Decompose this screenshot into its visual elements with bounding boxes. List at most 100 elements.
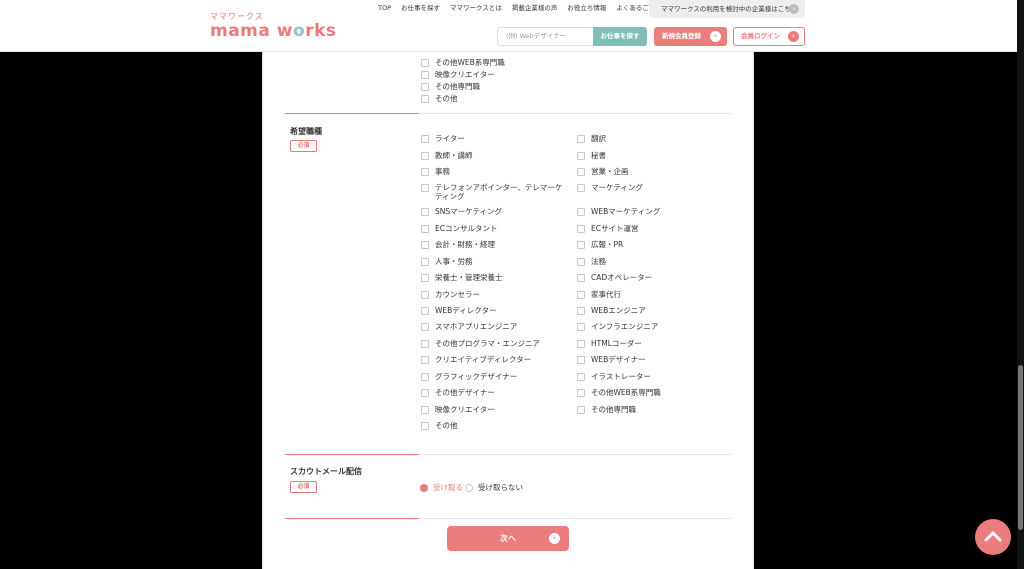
checkbox[interactable] — [577, 323, 585, 331]
checkbox-option[interactable]: その他専門職 — [577, 405, 721, 414]
nav-item[interactable]: お仕事を探す — [401, 3, 440, 13]
scout-option-no[interactable]: 受け取らない — [465, 482, 523, 493]
checkbox[interactable] — [577, 208, 585, 216]
checkbox[interactable] — [421, 389, 429, 397]
checkbox-option[interactable]: 翻訳 — [577, 134, 721, 143]
checkbox[interactable] — [421, 356, 429, 364]
checkbox[interactable] — [577, 406, 585, 414]
checkbox-option[interactable]: ライター — [421, 134, 565, 143]
checkbox-option[interactable]: CADオペレーター — [577, 273, 721, 282]
site-logo[interactable]: ママワークス mama works — [210, 12, 337, 41]
register-button[interactable]: 新規会員登録 › — [654, 27, 727, 46]
scroll-to-top-button[interactable] — [975, 519, 1011, 555]
checkbox[interactable] — [421, 95, 429, 103]
checkbox[interactable] — [421, 340, 429, 348]
checkbox[interactable] — [421, 258, 429, 266]
checkbox[interactable] — [421, 59, 429, 67]
checkbox-label: 会計・財務・経理 — [435, 240, 495, 249]
checkbox-option[interactable]: SNSマーケティング — [421, 207, 565, 216]
checkbox[interactable] — [421, 241, 429, 249]
job-search-button[interactable]: お仕事を探す — [593, 27, 647, 46]
checkbox-option[interactable]: 映像クリエイター — [421, 70, 565, 79]
scout-mail-title: スカウトメール配信 — [290, 467, 362, 476]
checkbox-option[interactable]: テレフォンアポインター、テレマーケティング — [421, 183, 565, 201]
checkbox[interactable] — [421, 406, 429, 414]
checkbox[interactable] — [577, 258, 585, 266]
checkbox-label: WEBマーケティング — [591, 207, 661, 216]
checkbox[interactable] — [421, 152, 429, 160]
checkbox-option[interactable]: イラストレーター — [577, 372, 721, 381]
checkbox-option[interactable]: 法務 — [577, 257, 721, 266]
nav-item[interactable]: 掲載企業様の声 — [512, 3, 558, 13]
scout-option-yes[interactable]: 受け取る — [420, 482, 463, 493]
nav-item[interactable]: ママワークスとは — [450, 3, 502, 13]
checkbox[interactable] — [421, 225, 429, 233]
checkbox-option[interactable]: 栄養士・管理栄養士 — [421, 273, 565, 282]
checkbox-option[interactable]: WEBエンジニア — [577, 306, 721, 315]
checkbox[interactable] — [421, 323, 429, 331]
checkbox[interactable] — [577, 135, 585, 143]
scrollbar-thumb[interactable] — [1018, 365, 1023, 530]
checkbox[interactable] — [421, 307, 429, 315]
logo-sub-text: ママワークス — [210, 12, 264, 21]
checkbox-option[interactable]: 会計・財務・経理 — [421, 240, 565, 249]
nav-item[interactable]: お役立ち情報 — [567, 3, 606, 13]
checkbox[interactable] — [577, 389, 585, 397]
checkbox[interactable] — [421, 168, 429, 176]
business-link[interactable]: ママワークスの利用を検討中の企業様はこちら › — [649, 0, 805, 18]
checkbox[interactable] — [421, 373, 429, 381]
checkbox-option[interactable]: 営業・企画 — [577, 167, 721, 176]
checkbox-option[interactable]: スマホアプリエンジニア — [421, 322, 565, 331]
checkbox[interactable] — [577, 241, 585, 249]
checkbox-option[interactable]: 広報・PR — [577, 240, 721, 249]
checkbox-option[interactable]: その他デザイナー — [421, 388, 565, 397]
checkbox-option[interactable]: その他プログラマ・エンジニア — [421, 339, 565, 348]
checkbox-option[interactable]: 教師・講師 — [421, 151, 565, 160]
checkbox-option[interactable]: その他WEB系専門職 — [421, 58, 565, 67]
checkbox[interactable] — [421, 83, 429, 91]
checkbox-option[interactable]: その他WEB系専門職 — [577, 388, 721, 397]
checkbox[interactable] — [421, 274, 429, 282]
checkbox-option[interactable]: マーケティング — [577, 183, 721, 192]
checkbox-option[interactable]: ECコンサルタント — [421, 224, 565, 233]
checkbox-option[interactable]: カウンセラー — [421, 290, 565, 299]
checkbox-option[interactable]: 秘書 — [577, 151, 721, 160]
checkbox[interactable] — [577, 291, 585, 299]
checkbox[interactable] — [577, 225, 585, 233]
login-button[interactable]: 会員ログイン › — [733, 27, 805, 46]
checkbox-option[interactable]: 事務 — [421, 167, 565, 176]
checkbox-option[interactable]: WEBデザイナー — [577, 355, 721, 364]
job-search-input[interactable]: (例) Webデザイナー — [497, 27, 593, 46]
checkbox[interactable] — [577, 152, 585, 160]
checkbox-option[interactable]: WEBディレクター — [421, 306, 565, 315]
checkbox[interactable] — [577, 274, 585, 282]
checkbox-option[interactable]: その他 — [421, 94, 565, 103]
nav-item[interactable]: TOP — [378, 3, 391, 13]
checkbox-option[interactable]: ECサイト運営 — [577, 224, 721, 233]
checkbox[interactable] — [421, 208, 429, 216]
checkbox-option[interactable]: 家事代行 — [577, 290, 721, 299]
checkbox-label: SNSマーケティング — [435, 207, 503, 216]
site-header: ママワークス mama works TOP お仕事を探す ママワークスとは 掲載企業様… — [0, 0, 1024, 52]
checkbox-option[interactable]: その他 — [421, 421, 565, 430]
checkbox[interactable] — [577, 373, 585, 381]
checkbox-option[interactable]: クリエイティブディレクター — [421, 355, 565, 364]
checkbox[interactable] — [577, 356, 585, 364]
checkbox-option[interactable]: 映像クリエイター — [421, 405, 565, 414]
checkbox[interactable] — [421, 71, 429, 79]
checkbox-option[interactable]: グラフィックデザイナー — [421, 372, 565, 381]
checkbox-option[interactable]: インフラエンジニア — [577, 322, 721, 331]
checkbox-option[interactable]: WEBマーケティング — [577, 207, 721, 216]
checkbox-option[interactable]: その他専門職 — [421, 82, 565, 91]
checkbox[interactable] — [421, 135, 429, 143]
checkbox-option[interactable]: HTMLコーダー — [577, 339, 721, 348]
checkbox[interactable] — [577, 168, 585, 176]
next-button[interactable]: 次へ › — [447, 526, 569, 551]
checkbox-option[interactable]: 人事・労務 — [421, 257, 565, 266]
checkbox[interactable] — [421, 291, 429, 299]
checkbox[interactable] — [577, 307, 585, 315]
checkbox[interactable] — [577, 340, 585, 348]
checkbox[interactable] — [421, 184, 429, 192]
checkbox[interactable] — [421, 422, 429, 430]
checkbox[interactable] — [577, 184, 585, 192]
